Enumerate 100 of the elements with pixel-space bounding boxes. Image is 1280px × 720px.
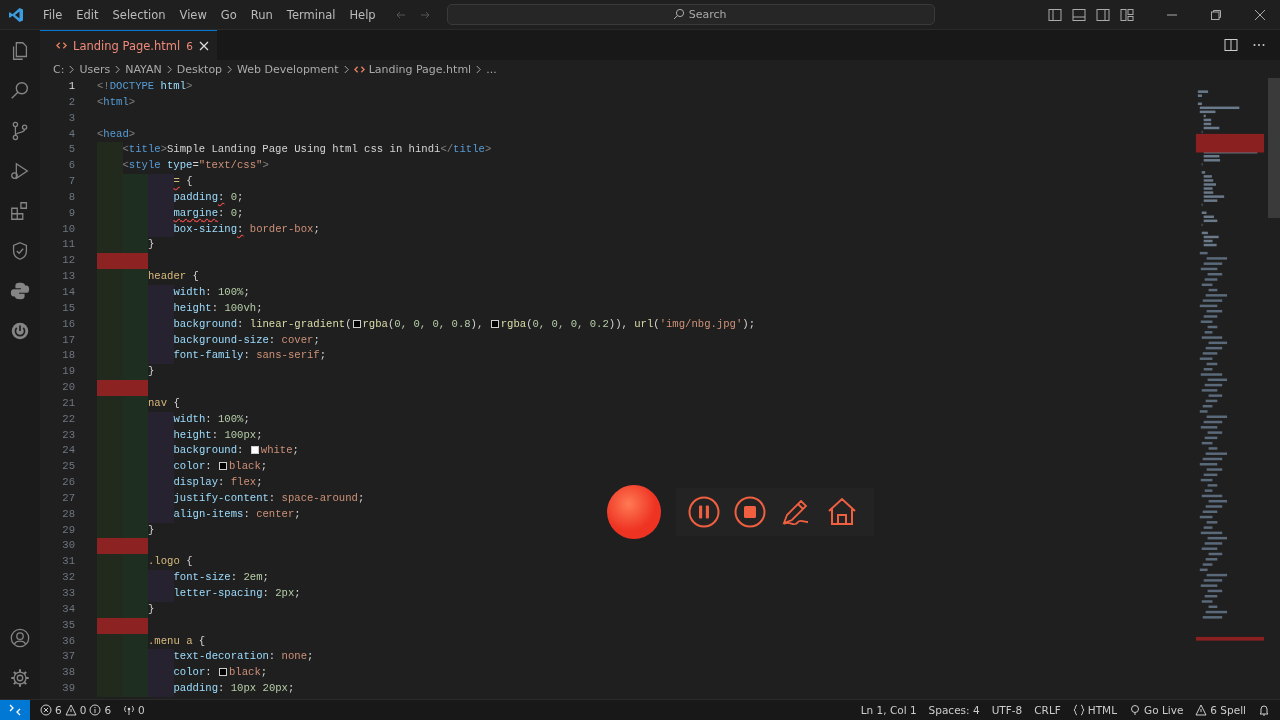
warning-icon[interactable]	[1195, 704, 1208, 716]
status-text[interactable]: 6 Spell	[1210, 704, 1246, 716]
menu-item[interactable]: Selection	[105, 7, 173, 22]
code-line: = {	[97, 174, 193, 190]
layout-icon[interactable]	[1120, 7, 1134, 22]
python-icon[interactable]	[9, 280, 31, 302]
code-line: width: 100%;	[97, 411, 250, 428]
line-number: 16	[61, 316, 76, 332]
code-line: padding: 0;	[97, 189, 244, 206]
color-swatch[interactable]	[490, 319, 499, 328]
line-number: 10	[61, 221, 76, 237]
status-text[interactable]: Spaces: 4	[928, 704, 980, 716]
pause-icon[interactable]	[688, 496, 720, 528]
line-number: 24	[61, 443, 76, 459]
restore-icon[interactable]	[1210, 8, 1222, 21]
search-field[interactable]: Search	[446, 4, 935, 25]
line-number: 11	[61, 237, 76, 253]
line-number: 25	[61, 459, 76, 475]
color-swatch[interactable]	[250, 446, 259, 455]
code-line: nav {	[97, 395, 180, 412]
code-line: text-decoration: none;	[97, 649, 314, 666]
editor-tab[interactable]: Landing Page.html 6	[40, 30, 217, 60]
broadcast-icon	[123, 704, 136, 716]
code-line: <!DOCTYPE html>	[97, 79, 193, 94]
code-line: letter-spacing: 2px;	[97, 586, 301, 602]
code-line: <head>	[97, 126, 136, 142]
menu-item[interactable]: Go	[213, 7, 244, 22]
breadcrumb[interactable]: Users	[79, 62, 111, 76]
code-line: background: white;	[97, 443, 299, 460]
line-number: 39	[61, 681, 76, 697]
toggle-secondary-sidebar-icon[interactable]	[1096, 7, 1110, 22]
menu-item[interactable]: Terminal	[279, 7, 343, 22]
breadcrumb[interactable]: Landing Page.html	[368, 62, 472, 76]
chevron-icon	[68, 64, 76, 74]
code-line: margine: 0;	[97, 205, 244, 222]
line-number: 21	[61, 395, 76, 411]
line-number: 12	[61, 253, 76, 269]
toggle-sidebar-icon[interactable]	[1048, 7, 1062, 22]
status-text[interactable]: Ln 1, Col 1	[860, 704, 917, 716]
scrollbar-thumb[interactable]	[1268, 78, 1280, 218]
menu-item[interactable]: Help	[342, 7, 383, 22]
line-number: 26	[61, 475, 76, 491]
line-number: 33	[61, 586, 76, 601]
code-line: <title>Simple Landing Page Using html css in hindi</title>	[97, 142, 492, 159]
color-swatch[interactable]	[219, 668, 227, 677]
chevron-icon	[342, 64, 350, 74]
status-text[interactable]: Go Live	[1144, 704, 1184, 716]
breadcrumb[interactable]: Desktop	[176, 62, 223, 76]
menu-item[interactable]: Edit	[69, 7, 106, 22]
account-icon[interactable]	[9, 627, 31, 649]
color-swatch[interactable]	[352, 319, 361, 328]
code-line: <html>	[97, 94, 136, 110]
stop-icon[interactable]	[734, 496, 766, 528]
home-icon[interactable]	[826, 496, 858, 528]
search-icon[interactable]	[9, 80, 31, 102]
status-text[interactable]: 0	[79, 704, 87, 716]
status-text[interactable]: 6	[55, 704, 62, 716]
record-button[interactable]	[606, 484, 662, 540]
braces-icon[interactable]	[1072, 704, 1085, 716]
power-icon[interactable]	[9, 320, 31, 342]
code-line: }	[97, 522, 155, 539]
settings-icon[interactable]	[9, 667, 31, 689]
split-editor-icon[interactable]	[1224, 38, 1238, 52]
code-line: height: 100vh;	[97, 300, 263, 317]
chevron-icon	[226, 64, 234, 74]
breadcrumb[interactable]: Web Development	[237, 62, 339, 76]
breadcrumb-more[interactable]: ...	[486, 62, 497, 76]
breadcrumb[interactable]: C:	[53, 62, 65, 76]
breadcrumb[interactable]: NAYAN	[125, 62, 162, 76]
chevron-icon	[165, 64, 173, 74]
color-swatch[interactable]	[219, 462, 227, 471]
chevron-icon	[475, 64, 483, 74]
status-text[interactable]: CRLF	[1034, 704, 1061, 716]
broadcast-icon[interactable]	[1129, 704, 1141, 716]
code-line: <style type="text/css">	[97, 158, 269, 175]
line-number: 3	[67, 110, 76, 126]
toggle-panel-icon[interactable]	[1072, 7, 1086, 22]
line-number: 8	[67, 189, 76, 205]
run-debug-icon[interactable]	[9, 160, 31, 182]
error-icon	[40, 704, 52, 716]
code-line: background-size: cover;	[97, 332, 320, 349]
menu-item[interactable]: Run	[243, 7, 280, 22]
line-number: 22	[61, 411, 76, 427]
bell-icon[interactable]	[1258, 704, 1270, 716]
line-number: 4	[67, 126, 76, 142]
code-line: justify-content: space-around;	[97, 490, 365, 507]
status-text[interactable]: 0	[138, 704, 145, 716]
line-number: 23	[61, 427, 76, 443]
menu-item[interactable]: View	[172, 7, 214, 22]
status-text[interactable]: 6	[104, 704, 112, 716]
code-line: .logo {	[97, 554, 193, 571]
problem-count: 6	[186, 39, 193, 52]
code-line: color: black;	[97, 459, 268, 476]
line-number: 9	[67, 205, 76, 221]
line-number: 29	[61, 522, 76, 538]
code-line: .menu a {	[97, 633, 206, 650]
status-text[interactable]: UTF-8	[991, 704, 1023, 716]
close-icon[interactable]	[1254, 8, 1266, 21]
status-text[interactable]: HTML	[1087, 704, 1117, 716]
menu-item[interactable]: File	[36, 7, 70, 22]
